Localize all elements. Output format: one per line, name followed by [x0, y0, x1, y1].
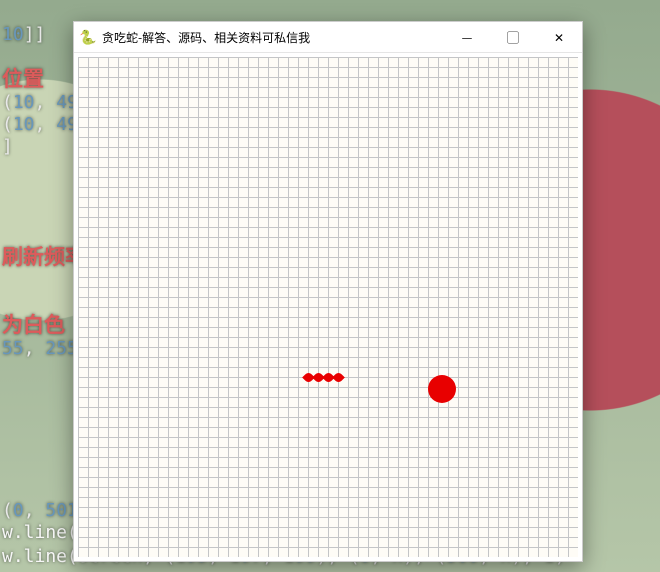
game-window: 🐍 贪吃蛇-解答、源码、相关资料可私信我 — ▢ ✕: [73, 21, 583, 562]
code-token: (: [2, 92, 13, 113]
snake-segment: [332, 371, 345, 384]
code-token: 10: [13, 92, 35, 113]
code-token: ,: [35, 114, 57, 135]
code-token: ]]: [24, 24, 46, 45]
code-token: 10: [2, 24, 24, 45]
code-token: ,: [24, 338, 46, 359]
game-canvas[interactable]: [78, 57, 578, 557]
titlebar[interactable]: 🐍 贪吃蛇-解答、源码、相关资料可私信我 — ▢ ✕: [74, 22, 582, 53]
code-comment: 位置: [2, 67, 44, 91]
window-title: 贪吃蛇-解答、源码、相关资料可私信我: [102, 29, 310, 46]
maximize-button[interactable]: ▢: [490, 22, 536, 52]
code-token: 0: [13, 500, 24, 521]
code-token: ]: [2, 136, 13, 157]
code-token: w.line(: [2, 522, 78, 543]
app-icon: 🐍: [80, 29, 96, 45]
code-token: (: [2, 114, 13, 135]
close-button[interactable]: ✕: [536, 22, 582, 52]
code-token: 55: [2, 338, 24, 359]
code-token: ,: [35, 92, 57, 113]
code-token: (: [2, 500, 13, 521]
code-token: ,: [24, 500, 46, 521]
minimize-button[interactable]: —: [444, 22, 490, 52]
food-dot: [428, 375, 456, 403]
code-comment: 为白色: [2, 313, 65, 337]
code-token: 10: [13, 114, 35, 135]
